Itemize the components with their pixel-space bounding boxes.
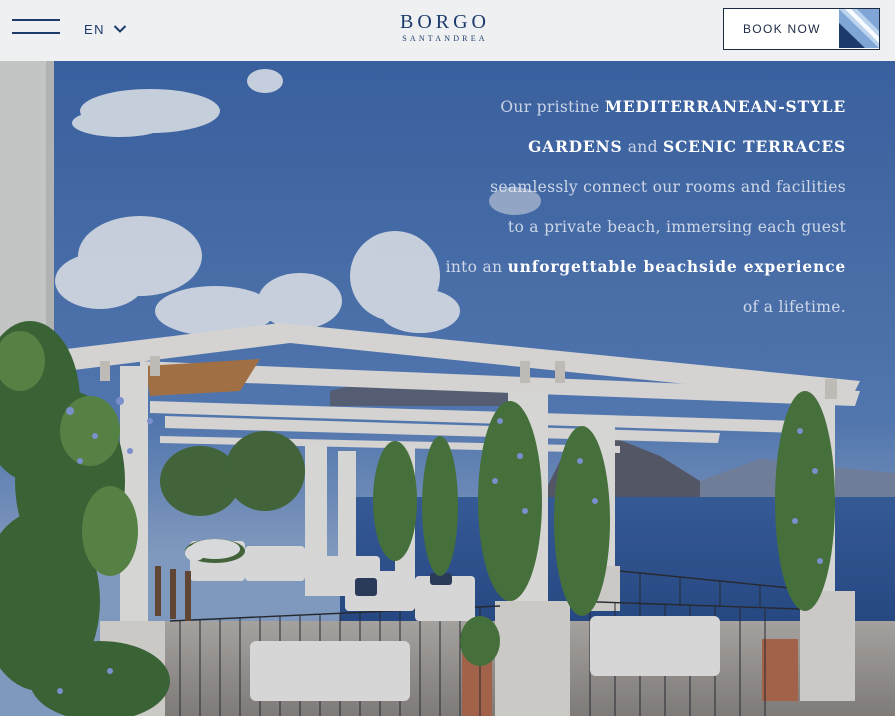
hero-line-5: into an unforgettable beachside experien… [445,257,846,276]
hero-section: Our pristine MEDITERRANEAN-STYLE GARDENS… [0,61,895,716]
logo-subtitle: SANTANDREA [402,34,488,43]
hamburger-menu-icon[interactable] [12,19,60,35]
language-selector[interactable]: EN [84,19,127,39]
brand-logo[interactable]: BORGO SANTANDREA [385,12,505,44]
hero-line-4: to a private beach, immersing each guest [507,218,846,236]
hero-line-3: seamlessly connect our rooms and facilit… [490,178,846,196]
site-header: EN BORGO SANTANDREA BOOK NOW [0,0,895,61]
hero-intro-text: Our pristine MEDITERRANEAN-STYLE GARDENS… [406,87,846,327]
diagonal-stripe-graphic [839,9,879,48]
chevron-down-icon [113,25,127,33]
book-now-label: BOOK NOW [743,22,821,36]
hero-line-2: GARDENS and SCENIC TERRACES [528,137,846,156]
hero-line-1: Our pristine MEDITERRANEAN-STYLE [500,97,846,116]
hero-line-6: of a lifetime. [742,298,846,316]
logo-wordmark: BORGO [399,11,490,33]
book-now-button[interactable]: BOOK NOW [723,8,880,50]
language-label: EN [84,21,106,37]
